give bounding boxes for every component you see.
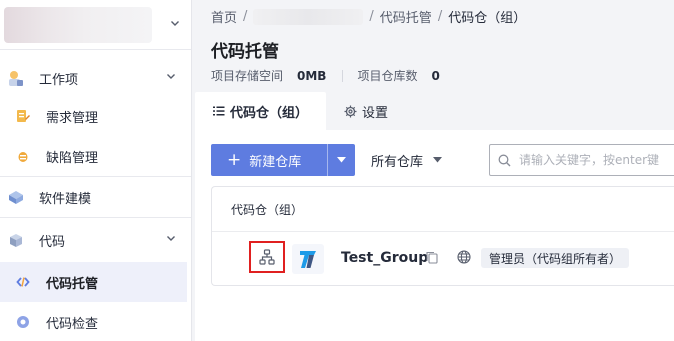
sidebar-item-code-check[interactable]: 代码检查 bbox=[0, 302, 191, 341]
caret-down-icon bbox=[433, 157, 443, 163]
plus-icon: + bbox=[227, 149, 242, 170]
tab-settings[interactable]: 设置 bbox=[326, 92, 406, 130]
repo-count-value: 0 bbox=[431, 68, 440, 83]
repo-name[interactable]: Test_Group bbox=[341, 250, 428, 266]
sidebar-group-label: 软件建模 bbox=[39, 191, 92, 207]
new-repo-button[interactable]: + 新建仓库 bbox=[211, 144, 327, 176]
role-badge: 管理员（代码组所有者） bbox=[481, 248, 630, 268]
sidebar-item-label: 代码检查 bbox=[46, 316, 99, 332]
storage-label: 项目存储空间 bbox=[211, 69, 284, 83]
repo-logo bbox=[292, 244, 324, 274]
project-name-redacted bbox=[4, 6, 152, 43]
code-check-icon bbox=[16, 315, 30, 329]
sidebar-item-label: 缺陷管理 bbox=[46, 150, 99, 166]
repo-count-label: 项目仓库数 bbox=[357, 69, 418, 83]
modeling-icon bbox=[6, 187, 26, 207]
breadcrumb-home[interactable]: 首页 bbox=[211, 7, 237, 26]
project-stats: 项目存储空间 0MB 项目仓库数 0 bbox=[211, 67, 440, 84]
tab-repos[interactable]: 代码仓（组） bbox=[195, 92, 327, 130]
breadcrumb-code-hosting[interactable]: 代码托管 bbox=[380, 7, 432, 26]
sidebar-item-defects[interactable]: 缺陷管理 bbox=[0, 136, 191, 176]
sidebar-item-code-hosting[interactable]: 代码托管 bbox=[0, 262, 187, 302]
repo-list: 代码仓（组） Test_Group 管理员（代码组所有者） bbox=[211, 186, 674, 286]
breadcrumb-project-redacted[interactable] bbox=[253, 8, 364, 25]
divider bbox=[342, 69, 344, 82]
sidebar: 工作项 需求管理 缺陷管理 软件建模 代码 代码托管 代码检查 bbox=[0, 0, 192, 341]
search-box bbox=[489, 144, 674, 176]
sidebar-group-code[interactable]: 代码 bbox=[0, 218, 191, 262]
copy-icon[interactable] bbox=[426, 251, 438, 264]
filter-value: 所有仓库 bbox=[371, 154, 424, 170]
bug-icon bbox=[16, 149, 30, 163]
page-title: 代码托管 bbox=[211, 42, 279, 62]
requirements-icon bbox=[16, 109, 30, 123]
breadcrumb: 首页 / / 代码托管 / 代码仓（组） bbox=[211, 7, 526, 26]
tab-label: 设置 bbox=[362, 105, 389, 121]
new-repo-dropdown-button[interactable] bbox=[327, 144, 355, 176]
breadcrumb-separator: / bbox=[369, 9, 374, 24]
list-item[interactable]: Test_Group 管理员（代码组所有者） bbox=[212, 232, 674, 285]
breadcrumb-separator: / bbox=[437, 9, 443, 24]
work-item-icon bbox=[6, 68, 26, 88]
search-input[interactable] bbox=[519, 153, 674, 167]
sidebar-item-label: 代码托管 bbox=[46, 276, 99, 292]
main-content: 首页 / / 代码托管 / 代码仓（组） 代码托管 项目存储空间 0MB 项目仓… bbox=[192, 0, 674, 341]
chevron-down-icon[interactable] bbox=[165, 70, 177, 86]
chevron-down-icon[interactable] bbox=[165, 232, 177, 248]
chevron-down-icon[interactable] bbox=[169, 17, 181, 33]
sidebar-group-work[interactable]: 工作项 bbox=[0, 60, 191, 96]
list-header: 代码仓（组） bbox=[212, 187, 674, 232]
repo-filter-select[interactable]: 所有仓库 bbox=[371, 144, 443, 176]
breadcrumb-separator: / bbox=[243, 9, 248, 24]
list-icon bbox=[213, 105, 225, 117]
caret-down-icon bbox=[337, 157, 346, 163]
sidebar-group-label: 工作项 bbox=[39, 72, 79, 88]
breadcrumb-current: 代码仓（组） bbox=[448, 11, 527, 26]
tab-bar: 代码仓（组） 设置 bbox=[195, 92, 406, 130]
sidebar-item-label: 需求管理 bbox=[46, 110, 99, 126]
new-repo-label: 新建仓库 bbox=[249, 154, 302, 170]
storage-value: 0MB bbox=[297, 68, 327, 83]
gear-icon bbox=[344, 105, 357, 118]
repo-group-icon bbox=[249, 241, 285, 273]
sidebar-item-requirements[interactable]: 需求管理 bbox=[0, 96, 191, 136]
code-icon bbox=[6, 230, 26, 250]
project-selector[interactable] bbox=[0, 0, 191, 50]
sidebar-group-label: 代码 bbox=[39, 234, 66, 250]
new-repo-button-group: + 新建仓库 bbox=[211, 144, 355, 176]
public-globe-icon bbox=[457, 250, 471, 264]
code-brackets-icon bbox=[16, 275, 30, 289]
search-icon bbox=[498, 154, 511, 167]
repo-panel: + 新建仓库 所有仓库 代码仓（组） bbox=[195, 130, 674, 341]
tab-label: 代码仓（组） bbox=[230, 105, 309, 121]
sidebar-group-modeling[interactable]: 软件建模 bbox=[0, 177, 191, 217]
